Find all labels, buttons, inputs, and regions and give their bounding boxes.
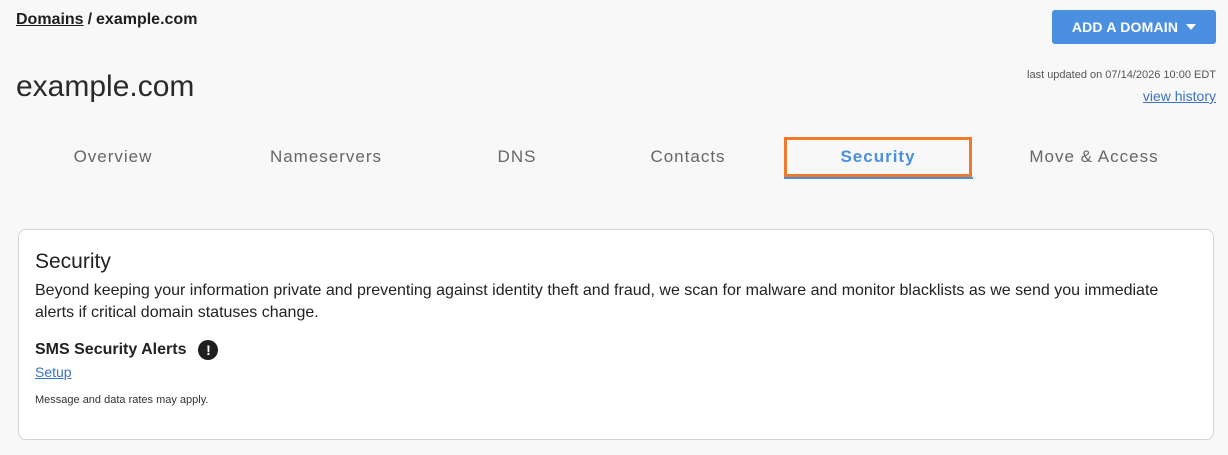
security-card: Security Beyond keeping your information… <box>18 229 1214 440</box>
view-history-link[interactable]: view history <box>1143 88 1216 104</box>
tab-security[interactable]: Security <box>784 137 972 177</box>
setup-link[interactable]: Setup <box>35 364 72 380</box>
breadcrumb-current: example.com <box>96 11 198 28</box>
sms-alerts-row: SMS Security Alerts ! <box>35 340 1197 360</box>
caret-down-icon <box>1186 24 1197 30</box>
breadcrumb-domains-link[interactable]: Domains <box>16 11 84 28</box>
tab-contacts[interactable]: Contacts <box>620 137 756 177</box>
security-section-title: Security <box>35 250 111 273</box>
rates-note: Message and data rates may apply. <box>35 394 209 406</box>
tab-move-access[interactable]: Move & Access <box>1006 137 1182 177</box>
security-description: Beyond keeping your information private … <box>35 282 1159 321</box>
tab-nameservers[interactable]: Nameservers <box>240 137 412 177</box>
sms-alerts-title: SMS Security Alerts <box>35 341 187 358</box>
breadcrumb-separator: / <box>87 11 93 28</box>
page-title: example.com <box>16 70 195 103</box>
last-updated-text: last updated on 07/14/2026 10:00 EDT <box>1027 69 1216 81</box>
domain-page: Domains / example.com ADD A DOMAIN example… <box>0 0 1228 455</box>
breadcrumb: Domains / example.com <box>16 11 197 29</box>
tab-dns[interactable]: DNS <box>470 137 564 177</box>
tab-bar: Overview Nameservers DNS Contacts Securi… <box>0 137 1228 181</box>
tab-overview[interactable]: Overview <box>40 137 186 177</box>
add-domain-button[interactable]: ADD A DOMAIN <box>1052 10 1216 44</box>
add-domain-label: ADD A DOMAIN <box>1071 19 1179 35</box>
exclamation-icon: ! <box>198 340 219 360</box>
active-tab-underline <box>784 177 973 179</box>
